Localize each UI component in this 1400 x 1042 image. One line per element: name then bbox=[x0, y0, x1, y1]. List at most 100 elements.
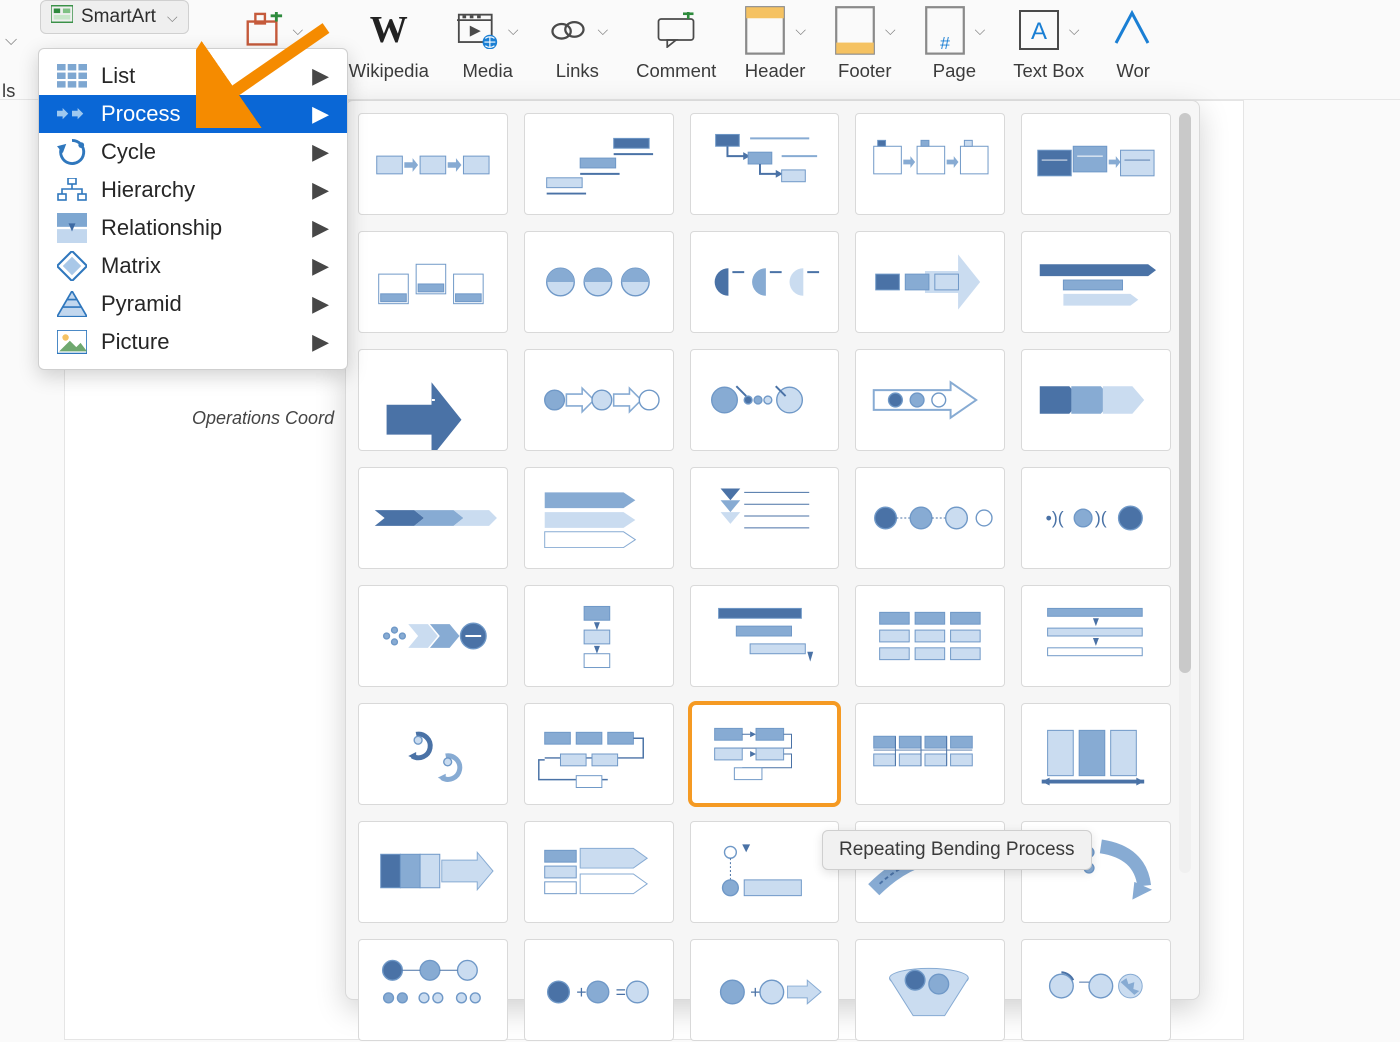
submenu-arrow-icon: ▶ bbox=[312, 253, 329, 279]
smartart-thumb-13[interactable] bbox=[855, 349, 1005, 451]
get-addins-icon bbox=[242, 9, 284, 51]
svg-text:#: # bbox=[940, 33, 950, 53]
smartart-thumb-16[interactable] bbox=[524, 467, 674, 569]
process-icon bbox=[57, 101, 87, 127]
smartart-thumb-28[interactable] bbox=[855, 703, 1005, 805]
smartart-thumb-12[interactable] bbox=[690, 349, 840, 451]
category-picture[interactable]: Picture▶ bbox=[39, 323, 347, 361]
smartart-thumb-22[interactable] bbox=[690, 585, 840, 687]
chevron-down-icon: ⌵ bbox=[293, 22, 304, 39]
smartart-thumb-39[interactable] bbox=[1021, 939, 1171, 1041]
submenu-arrow-icon: ▶ bbox=[312, 63, 329, 89]
wordart-icon bbox=[1112, 9, 1154, 51]
smartart-thumb-2[interactable] bbox=[690, 113, 840, 215]
smartart-thumb-35[interactable] bbox=[358, 939, 508, 1041]
smartart-thumb-15[interactable] bbox=[358, 467, 508, 569]
category-pyramid[interactable]: Pyramid▶ bbox=[39, 285, 347, 323]
smartart-icon bbox=[51, 5, 73, 29]
header-icon bbox=[744, 9, 786, 51]
submenu-arrow-icon: ▶ bbox=[312, 177, 329, 203]
smartart-thumb-36[interactable]: += bbox=[524, 939, 674, 1041]
chevron-down-icon: ⌵ bbox=[598, 22, 609, 39]
smartart-thumb-26[interactable] bbox=[524, 703, 674, 805]
comment-icon bbox=[655, 9, 697, 51]
smartart-thumb-6[interactable] bbox=[524, 231, 674, 333]
smartart-thumb-14[interactable] bbox=[1021, 349, 1171, 451]
chevron-down-icon: ⌵ bbox=[1069, 22, 1080, 39]
smartart-thumb-30[interactable] bbox=[358, 821, 508, 923]
smartart-thumb-31[interactable] bbox=[524, 821, 674, 923]
smartart-thumb-8[interactable] bbox=[855, 231, 1005, 333]
smartart-thumb-21[interactable] bbox=[524, 585, 674, 687]
ribbon-media-button[interactable]: ⌵Media bbox=[443, 4, 533, 82]
smartart-label: SmartArt bbox=[81, 6, 156, 28]
category-hierarchy[interactable]: Hierarchy▶ bbox=[39, 171, 347, 209]
smartart-thumb-37[interactable]: + bbox=[690, 939, 840, 1041]
scrollbar-handle[interactable] bbox=[1179, 113, 1191, 673]
ribbon-footer-button[interactable]: ⌵Footer bbox=[820, 4, 910, 82]
smartart-thumb-23[interactable] bbox=[855, 585, 1005, 687]
smartart-thumb-25[interactable] bbox=[358, 703, 508, 805]
gallery-scrollbar[interactable] bbox=[1179, 113, 1191, 873]
chevron-down-icon: ⌵ bbox=[795, 22, 806, 39]
smartart-thumb-29[interactable] bbox=[1021, 703, 1171, 805]
category-relationship[interactable]: Relationship▶ bbox=[39, 209, 347, 247]
smartart-thumb-0[interactable] bbox=[358, 113, 508, 215]
smartart-thumb-1[interactable] bbox=[524, 113, 674, 215]
category-cycle[interactable]: Cycle▶ bbox=[39, 133, 347, 171]
smartart-thumb-32[interactable] bbox=[690, 821, 840, 923]
textbox-icon: A bbox=[1018, 9, 1060, 51]
ribbon-links-button[interactable]: ⌵ Links bbox=[533, 4, 623, 82]
smartart-thumb-4[interactable] bbox=[1021, 113, 1171, 215]
smartart-thumb-18[interactable] bbox=[855, 467, 1005, 569]
matrix-icon bbox=[57, 253, 87, 279]
smartart-tooltip: Repeating Bending Process bbox=[822, 830, 1092, 870]
ribbon-left-dropdown-icon[interactable]: ⌵ bbox=[5, 32, 17, 50]
ribbon-links-label: Links bbox=[556, 60, 599, 82]
smartart-thumb-11[interactable] bbox=[524, 349, 674, 451]
footer-icon bbox=[834, 9, 876, 51]
smartart-thumb-24[interactable] bbox=[1021, 585, 1171, 687]
submenu-arrow-icon: ▶ bbox=[312, 215, 329, 241]
category-matrix[interactable]: Matrix ▶ bbox=[39, 247, 347, 285]
svg-text:)(: )( bbox=[1095, 508, 1107, 528]
ribbon-wordart-button[interactable]: Wor bbox=[1098, 4, 1168, 82]
svg-text:A: A bbox=[1031, 18, 1047, 45]
page-icon: # bbox=[924, 9, 966, 51]
ribbon-wikipedia-button[interactable]: WWikipedia bbox=[335, 4, 443, 82]
smartart-category-menu: List▶Process▶Cycle▶Hierarchy▶Relationshi… bbox=[38, 48, 348, 370]
smartart-thumb-7[interactable] bbox=[690, 231, 840, 333]
smartart-thumb-9[interactable] bbox=[1021, 231, 1171, 333]
svg-text:+: + bbox=[750, 982, 760, 1002]
category-matrix-label: Matrix bbox=[101, 253, 161, 279]
links-icon bbox=[547, 9, 589, 51]
smartart-thumb-10[interactable] bbox=[358, 349, 508, 451]
chevron-down-icon: ⌵ bbox=[975, 22, 986, 39]
smartart-thumb-19[interactable]: •)( )( bbox=[1021, 467, 1171, 569]
smartart-thumb-3[interactable] bbox=[855, 113, 1005, 215]
smartart-thumb-27[interactable] bbox=[690, 703, 840, 805]
ribbon-comment-button[interactable]: Comment bbox=[622, 4, 730, 82]
ribbon-wordart-label: Wor bbox=[1116, 60, 1150, 82]
ribbon-header-label: Header bbox=[745, 60, 806, 82]
smartart-thumb-20[interactable] bbox=[358, 585, 508, 687]
ribbon-header-button[interactable]: ⌵ Header bbox=[730, 4, 820, 82]
ribbon-footer-label: Footer bbox=[838, 60, 891, 82]
ribbon-page-button[interactable]: # ⌵ Page bbox=[910, 4, 1000, 82]
smartart-thumb-5[interactable] bbox=[358, 231, 508, 333]
category-list[interactable]: List▶ bbox=[39, 57, 347, 95]
submenu-arrow-icon: ▶ bbox=[312, 101, 329, 127]
ribbon-page-label: Page bbox=[933, 60, 976, 82]
list-icon bbox=[57, 63, 87, 89]
smartart-thumb-38[interactable] bbox=[855, 939, 1005, 1041]
submenu-arrow-icon: ▶ bbox=[312, 291, 329, 317]
relationship-icon bbox=[57, 215, 87, 241]
svg-text:+: + bbox=[576, 982, 586, 1002]
smartart-dropdown-button[interactable]: SmartArt ⌵ bbox=[40, 0, 189, 34]
ribbon-media-label: Media bbox=[462, 60, 512, 82]
smartart-thumb-17[interactable] bbox=[690, 467, 840, 569]
category-process[interactable]: Process▶ bbox=[39, 95, 347, 133]
ribbon-textbox-button[interactable]: A⌵Text Box bbox=[999, 4, 1098, 82]
document-text-fragment: Operations Coord bbox=[192, 408, 334, 429]
svg-text:•)(: •)( bbox=[1046, 508, 1064, 528]
